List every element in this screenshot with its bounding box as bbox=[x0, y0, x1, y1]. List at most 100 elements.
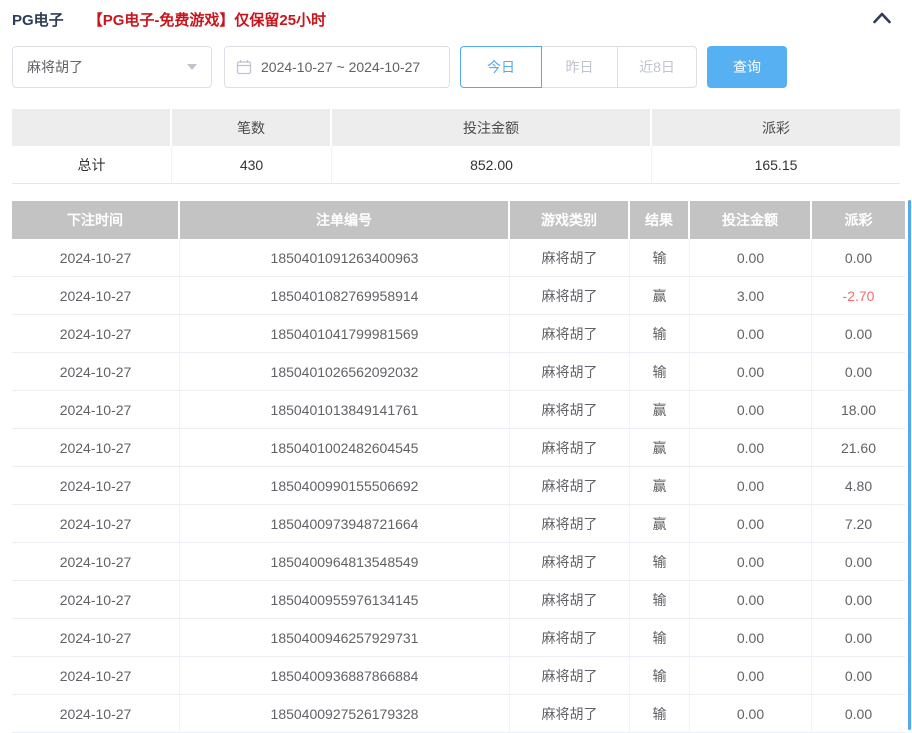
cell-payout: 4.80 bbox=[812, 467, 905, 505]
cell-bet-no: 1850401026562092032 bbox=[180, 353, 510, 391]
table-row: 2024-10-27 1850401091263400963 麻将胡了 输 0.… bbox=[12, 239, 905, 277]
table-row: 2024-10-27 1850401041799981569 麻将胡了 输 0.… bbox=[12, 315, 905, 353]
table-row: 2024-10-27 1850400955976134145 麻将胡了 输 0.… bbox=[12, 581, 905, 619]
search-button[interactable]: 查询 bbox=[707, 46, 787, 88]
cell-payout: 7.20 bbox=[812, 505, 905, 543]
cell-bet-amount: 0.00 bbox=[690, 467, 812, 505]
cell-bet-no: 1850401091263400963 bbox=[180, 239, 510, 277]
game-select[interactable]: 麻将胡了 bbox=[12, 46, 212, 88]
chevron-up-icon bbox=[872, 11, 892, 29]
cell-time: 2024-10-27 bbox=[12, 391, 180, 429]
page-title: PG电子 bbox=[12, 12, 64, 29]
cell-bet-amount: 0.00 bbox=[690, 505, 812, 543]
bet-table-header-row: 下注时间 注单编号 游戏类别 结果 投注金额 派彩 bbox=[12, 201, 905, 239]
cell-bet-amount: 0.00 bbox=[690, 239, 812, 277]
cell-time: 2024-10-27 bbox=[12, 581, 180, 619]
summary-total-bet-amount: 852.00 bbox=[332, 146, 652, 184]
yesterday-button[interactable]: 昨日 bbox=[541, 46, 618, 88]
table-row: 2024-10-27 1850400990155506692 麻将胡了 赢 0.… bbox=[12, 467, 905, 505]
cell-game: 麻将胡了 bbox=[510, 277, 630, 315]
quick-date-button-group: 今日 昨日 近8日 bbox=[460, 46, 697, 88]
cell-payout: 21.60 bbox=[812, 429, 905, 467]
table-row: 2024-10-27 1850400936887866884 麻将胡了 输 0.… bbox=[12, 657, 905, 695]
cell-game: 麻将胡了 bbox=[510, 239, 630, 277]
cell-result: 赢 bbox=[630, 505, 690, 543]
cell-result: 赢 bbox=[630, 467, 690, 505]
cell-bet-no: 1850401013849141761 bbox=[180, 391, 510, 429]
cell-bet-no: 1850400955976134145 bbox=[180, 581, 510, 619]
cell-payout: 0.00 bbox=[812, 353, 905, 391]
cell-game: 麻将胡了 bbox=[510, 391, 630, 429]
cell-game: 麻将胡了 bbox=[510, 581, 630, 619]
page-header: PG电子 【PG电子-免费游戏】仅保留25小时 bbox=[0, 0, 912, 30]
cell-time: 2024-10-27 bbox=[12, 657, 180, 695]
cell-payout: 0.00 bbox=[812, 239, 905, 277]
today-button[interactable]: 今日 bbox=[460, 46, 542, 88]
col-game-category: 游戏类别 bbox=[510, 201, 630, 239]
table-scrollbar[interactable] bbox=[908, 200, 911, 730]
chevron-down-icon bbox=[187, 64, 197, 70]
cell-payout: 0.00 bbox=[812, 543, 905, 581]
cell-payout: 18.00 bbox=[812, 391, 905, 429]
calendar-icon bbox=[236, 59, 252, 75]
notice-text: 【PG电子-免费游戏】仅保留25小时 bbox=[87, 12, 327, 29]
cell-bet-amount: 0.00 bbox=[690, 619, 812, 657]
cell-result: 赢 bbox=[630, 429, 690, 467]
game-select-value: 麻将胡了 bbox=[27, 59, 83, 75]
cell-bet-amount: 3.00 bbox=[690, 277, 812, 315]
cell-time: 2024-10-27 bbox=[12, 429, 180, 467]
cell-game: 麻将胡了 bbox=[510, 353, 630, 391]
cell-bet-no: 1850400990155506692 bbox=[180, 467, 510, 505]
cell-time: 2024-10-27 bbox=[12, 505, 180, 543]
summary-header-row: 笔数 投注金额 派彩 bbox=[12, 109, 900, 146]
last8days-button[interactable]: 近8日 bbox=[617, 46, 697, 88]
cell-game: 麻将胡了 bbox=[510, 505, 630, 543]
cell-result: 输 bbox=[630, 353, 690, 391]
cell-game: 麻将胡了 bbox=[510, 619, 630, 657]
table-row: 2024-10-27 1850401002482604545 麻将胡了 赢 0.… bbox=[12, 429, 905, 467]
cell-time: 2024-10-27 bbox=[12, 467, 180, 505]
cell-result: 输 bbox=[630, 657, 690, 695]
summary-total-count: 430 bbox=[172, 146, 332, 184]
date-range-input[interactable]: 2024-10-27 ~ 2024-10-27 bbox=[224, 46, 450, 88]
table-row: 2024-10-27 1850401013849141761 麻将胡了 赢 0.… bbox=[12, 391, 905, 429]
cell-bet-amount: 0.00 bbox=[690, 429, 812, 467]
collapse-panel-button[interactable] bbox=[872, 11, 892, 29]
cell-bet-no: 1850400973948721664 bbox=[180, 505, 510, 543]
cell-bet-amount: 0.00 bbox=[690, 581, 812, 619]
cell-payout: 0.00 bbox=[812, 619, 905, 657]
cell-time: 2024-10-27 bbox=[12, 239, 180, 277]
cell-bet-no: 1850400936887866884 bbox=[180, 657, 510, 695]
cell-bet-amount: 0.00 bbox=[690, 391, 812, 429]
col-bet-amount: 投注金额 bbox=[690, 201, 812, 239]
filter-bar: 麻将胡了 2024-10-27 ~ 2024-10-27 今日 昨日 近8日 查… bbox=[12, 46, 900, 88]
cell-result: 输 bbox=[630, 239, 690, 277]
cell-bet-amount: 0.00 bbox=[690, 695, 812, 733]
summary-col-payout: 派彩 bbox=[652, 109, 900, 146]
cell-result: 输 bbox=[630, 695, 690, 733]
cell-bet-amount: 0.00 bbox=[690, 353, 812, 391]
cell-result: 输 bbox=[630, 543, 690, 581]
cell-result: 赢 bbox=[630, 277, 690, 315]
cell-bet-amount: 0.00 bbox=[690, 543, 812, 581]
cell-game: 麻将胡了 bbox=[510, 657, 630, 695]
date-range-value: 2024-10-27 ~ 2024-10-27 bbox=[261, 59, 421, 75]
cell-time: 2024-10-27 bbox=[12, 315, 180, 353]
cell-bet-no: 1850401041799981569 bbox=[180, 315, 510, 353]
cell-bet-no: 1850401082769958914 bbox=[180, 277, 510, 315]
col-payout: 派彩 bbox=[812, 201, 905, 239]
table-row: 2024-10-27 1850400964813548549 麻将胡了 输 0.… bbox=[12, 543, 905, 581]
cell-game: 麻将胡了 bbox=[510, 695, 630, 733]
col-bet-number: 注单编号 bbox=[180, 201, 510, 239]
cell-time: 2024-10-27 bbox=[12, 277, 180, 315]
summary-total-row: 总计 430 852.00 165.15 bbox=[12, 146, 900, 184]
cell-payout: 0.00 bbox=[812, 581, 905, 619]
cell-bet-no: 1850400964813548549 bbox=[180, 543, 510, 581]
cell-time: 2024-10-27 bbox=[12, 695, 180, 733]
cell-payout: 0.00 bbox=[812, 695, 905, 733]
summary-total-payout: 165.15 bbox=[652, 146, 900, 184]
cell-bet-no: 1850400927526179328 bbox=[180, 695, 510, 733]
cell-game: 麻将胡了 bbox=[510, 429, 630, 467]
table-row: 2024-10-27 1850401026562092032 麻将胡了 输 0.… bbox=[12, 353, 905, 391]
summary-table: 笔数 投注金额 派彩 总计 430 852.00 165.15 bbox=[12, 109, 900, 184]
